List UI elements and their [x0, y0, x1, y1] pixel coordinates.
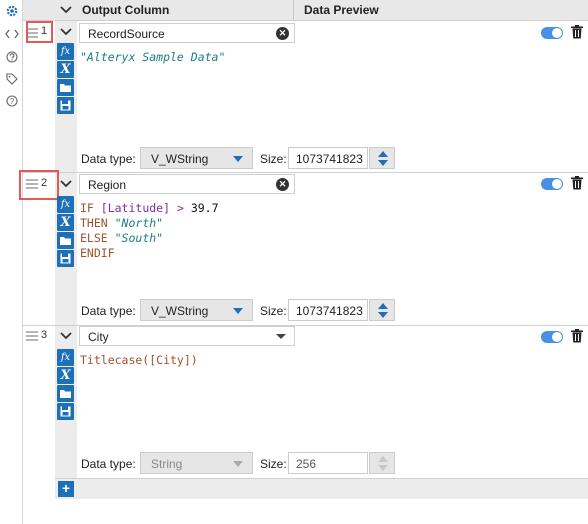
variable-icon[interactable]: X — [57, 214, 74, 231]
folder-icon[interactable] — [57, 79, 74, 96]
increment-icon[interactable] — [378, 456, 388, 462]
help-icon[interactable]: ? — [5, 94, 19, 108]
clear-icon[interactable]: ✕ — [276, 178, 289, 191]
variable-icon[interactable]: X — [57, 367, 74, 384]
output-column-name-field[interactable]: Region ✕ — [79, 174, 295, 194]
output-column-name: Region — [88, 178, 127, 192]
add-expression-button[interactable]: + — [58, 481, 74, 497]
clear-icon[interactable]: ✕ — [276, 27, 289, 40]
increment-icon[interactable] — [378, 151, 388, 157]
expression-editor[interactable]: Titlecase([City]) — [80, 353, 198, 368]
output-column-name: RecordSource — [88, 27, 165, 41]
save-icon[interactable] — [57, 250, 74, 267]
expression-line-1: IF [Latitude] > 39.7 — [80, 201, 219, 215]
data-type-select[interactable]: String — [140, 452, 253, 474]
data-type-value: V_WString — [151, 304, 209, 318]
output-column-name-field[interactable]: RecordSource ✕ — [79, 23, 295, 43]
dropdown-arrow-icon — [233, 308, 243, 314]
data-type-select[interactable]: V_WString — [140, 299, 253, 321]
function-icon[interactable]: fx — [57, 349, 74, 366]
output-column-header: Output Column — [82, 3, 170, 17]
size-value: 1073741823 — [296, 152, 363, 166]
decrement-icon[interactable] — [378, 160, 388, 166]
size-label: Size: — [260, 152, 287, 166]
expression-row-2: 2 Region ✕ fx X IF [Latitude] > 39.7 THE… — [19, 170, 588, 325]
dropdown-arrow-icon — [233, 156, 243, 162]
tag-icon[interactable] — [5, 72, 19, 86]
collapse-all-chevron-icon[interactable] — [59, 3, 73, 17]
data-type-value: String — [151, 457, 183, 471]
enable-toggle[interactable] — [541, 331, 563, 343]
highlight-box — [26, 21, 53, 43]
side-icon-rail: ? — [0, 0, 23, 524]
dropdown-arrow-icon — [233, 461, 243, 467]
chevron-down-icon[interactable] — [60, 179, 72, 189]
size-value: 1073741823 — [296, 304, 363, 318]
increment-icon[interactable] — [378, 303, 388, 309]
enable-toggle[interactable] — [541, 27, 563, 39]
folder-icon[interactable] — [57, 385, 74, 402]
folder-icon[interactable] — [57, 232, 74, 249]
gear-icon[interactable] — [5, 4, 19, 18]
code-icon[interactable] — [5, 27, 19, 41]
drag-handle-icon[interactable] — [26, 331, 38, 341]
data-preview-header: Data Preview — [304, 3, 379, 17]
size-stepper[interactable] — [369, 299, 395, 321]
trash-icon[interactable] — [571, 25, 583, 39]
chevron-down-icon[interactable] — [60, 331, 72, 341]
formula-tool-panel: ? Output Column Data Preview 1 RecordSou… — [0, 0, 588, 524]
svg-text:?: ? — [10, 97, 15, 106]
size-stepper[interactable] — [369, 452, 395, 474]
expression-editor[interactable]: "Alteryx Sample Data" — [80, 50, 225, 65]
trash-icon[interactable] — [571, 329, 583, 343]
data-type-value: V_WString — [151, 152, 209, 166]
decrement-icon[interactable] — [378, 465, 388, 471]
expression-line-2: THEN "North" — [80, 216, 164, 230]
size-field[interactable]: 256 — [288, 452, 368, 474]
expression-text: "Alteryx Sample Data" — [80, 50, 226, 64]
size-stepper[interactable] — [369, 147, 395, 169]
expression-row-1: 1 RecordSource ✕ fx X "Alteryx Sample Da… — [23, 21, 588, 173]
expression-editor[interactable]: IF [Latitude] > 39.7 THEN "North" ELSE "… — [80, 201, 219, 261]
function-icon[interactable]: fx — [57, 196, 74, 213]
size-label: Size: — [260, 457, 287, 471]
add-expression-row: + — [55, 478, 588, 499]
output-column-name: City — [88, 330, 109, 344]
size-field[interactable]: 1073741823 — [288, 299, 368, 321]
expression-text: Titlecase([City]) — [80, 353, 198, 367]
variable-icon[interactable]: X — [57, 61, 74, 78]
save-icon[interactable] — [57, 97, 74, 114]
dropdown-arrow-icon — [276, 334, 286, 339]
data-type-label: Data type: — [81, 457, 136, 471]
question-circle-icon[interactable] — [5, 50, 19, 64]
expression-line-3: ELSE "South" — [80, 231, 164, 245]
data-type-label: Data type: — [81, 152, 136, 166]
output-column-select[interactable]: City — [79, 326, 295, 346]
size-field[interactable]: 1073741823 — [288, 147, 368, 169]
trash-icon[interactable] — [571, 176, 583, 190]
chevron-down-icon[interactable] — [60, 27, 72, 37]
header-divider — [293, 0, 294, 21]
expression-row-3: 3 City fx X Titlecase([City]) Data type:… — [23, 326, 588, 478]
column-header: Output Column Data Preview — [23, 0, 588, 21]
row-number: 3 — [41, 329, 48, 341]
enable-toggle[interactable] — [541, 178, 563, 190]
data-type-select[interactable]: V_WString — [140, 147, 253, 169]
decrement-icon[interactable] — [378, 312, 388, 318]
size-value: 256 — [296, 457, 317, 471]
highlight-box — [19, 170, 59, 200]
size-label: Size: — [260, 304, 287, 318]
function-icon[interactable]: fx — [57, 43, 74, 60]
data-type-label: Data type: — [81, 304, 136, 318]
save-icon[interactable] — [57, 403, 74, 420]
expression-line-4: ENDIF — [80, 246, 115, 260]
